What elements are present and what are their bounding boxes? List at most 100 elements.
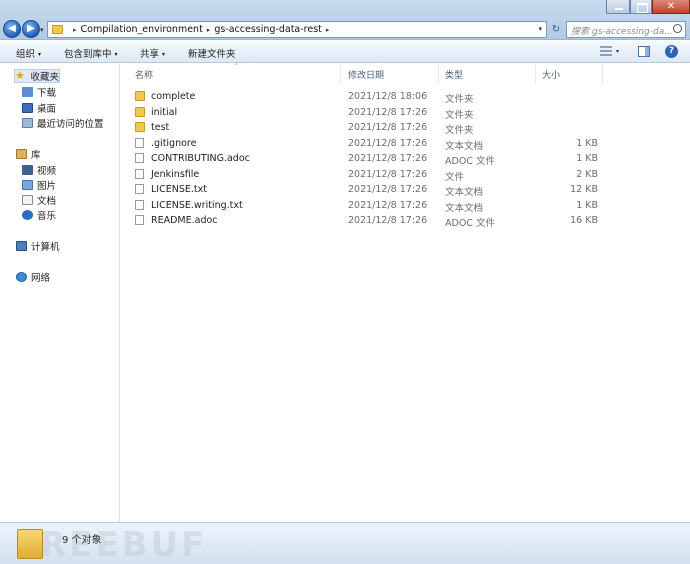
file-row[interactable]: LICENSE.writing.txt 2021/12/8 17:26 文本文档…: [121, 198, 690, 214]
file-size: 1 KB: [576, 153, 598, 164]
sidebar-item-label: 图片: [37, 181, 57, 192]
include-in-library-menu[interactable]: 包含到库中 ▾: [64, 46, 118, 60]
search-placeholder: 搜索 gs-accessing-da...: [571, 27, 673, 37]
documents-icon: [22, 195, 33, 205]
file-date: 2021/12/8 17:26: [348, 200, 428, 211]
breadcrumb-item[interactable]: gs-accessing-data-rest: [214, 24, 322, 35]
breadcrumb-separator[interactable]: ▸: [207, 26, 211, 34]
file-date: 2021/12/8 18:06: [348, 91, 428, 102]
file-size: 12 KB: [570, 184, 598, 195]
sidebar-item-music[interactable]: 音乐: [22, 208, 56, 222]
search-input[interactable]: 搜索 gs-accessing-da...: [566, 21, 686, 38]
close-button[interactable]: ✕: [652, 0, 690, 14]
sidebar-item-pictures[interactable]: 图片: [22, 178, 56, 192]
refresh-button[interactable]: ↻: [549, 22, 563, 37]
preview-pane-icon[interactable]: [638, 46, 650, 57]
sidebar-item-network[interactable]: 网络: [16, 270, 50, 284]
back-button[interactable]: ◀: [3, 20, 21, 38]
sidebar-item-desktop[interactable]: 桌面: [22, 101, 56, 115]
sidebar-item-label: 音乐: [37, 211, 57, 222]
file-name: complete: [151, 91, 196, 102]
sidebar-item-videos[interactable]: 视频: [22, 163, 56, 177]
folder-icon: [135, 107, 145, 117]
search-icon[interactable]: [673, 24, 682, 33]
recent-pages-dropdown[interactable]: ▾: [40, 26, 44, 34]
star-icon: ★: [15, 69, 25, 82]
column-header-date[interactable]: 修改日期: [348, 68, 384, 81]
sidebar-item-label: 最近访问的位置: [37, 119, 104, 130]
sidebar-item-computer[interactable]: 计算机: [16, 239, 60, 253]
file-date: 2021/12/8 17:26: [348, 169, 428, 180]
new-folder-button[interactable]: 新建文件夹: [188, 46, 236, 60]
recent-places-icon: [22, 118, 33, 128]
file-icon: [135, 184, 144, 194]
music-icon: [22, 210, 33, 220]
folder-icon: [135, 91, 145, 101]
file-icon: [135, 215, 144, 225]
status-bar: REEBUF 9 个对象: [0, 522, 690, 564]
file-name: CONTRIBUTING.adoc: [151, 153, 250, 164]
sidebar-item-label: 网络: [31, 273, 51, 284]
breadcrumb-item[interactable]: Compilation_environment: [81, 24, 203, 35]
view-options-dropdown[interactable]: ▾: [616, 48, 619, 55]
item-count: 9 个对象: [62, 535, 102, 546]
command-bar: 组织 ▾ 包含到库中 ▾ 共享 ▾ 新建文件夹 ▾ ?: [0, 41, 690, 63]
file-row[interactable]: test 2021/12/8 17:26 文件夹: [121, 120, 690, 136]
downloads-folder-icon: [22, 87, 33, 97]
address-bar[interactable]: ▸ Compilation_environment ▸ gs-accessing…: [47, 21, 547, 38]
file-row[interactable]: Jenkinsfile 2021/12/8 17:26 文件 2 KB: [121, 167, 690, 183]
file-row[interactable]: .gitignore 2021/12/8 17:26 文本文档 1 KB: [121, 136, 690, 152]
file-name: README.adoc: [151, 215, 218, 226]
file-row[interactable]: initial 2021/12/8 17:26 文件夹: [121, 105, 690, 121]
folder-icon: [17, 529, 43, 559]
minimize-button[interactable]: [606, 0, 630, 14]
sidebar-item-libraries[interactable]: 库: [16, 147, 41, 161]
share-menu[interactable]: 共享 ▾: [140, 46, 165, 60]
change-view-icon[interactable]: [600, 46, 612, 57]
sidebar-item-label: 文档: [37, 196, 57, 207]
computer-icon: [16, 241, 27, 251]
file-name: LICENSE.txt: [151, 184, 207, 195]
address-dropdown[interactable]: ▾: [538, 25, 542, 33]
file-icon: [135, 153, 144, 163]
file-row[interactable]: LICENSE.txt 2021/12/8 17:26 文本文档 12 KB: [121, 182, 690, 198]
column-divider[interactable]: [340, 64, 341, 84]
sidebar-item-label: 下载: [37, 88, 57, 99]
column-header-size[interactable]: 大小: [542, 68, 560, 81]
pictures-icon: [22, 180, 33, 190]
file-row[interactable]: README.adoc 2021/12/8 17:26 ADOC 文件 16 K…: [121, 213, 690, 229]
column-divider[interactable]: [535, 64, 536, 84]
sidebar-item-documents[interactable]: 文档: [22, 193, 56, 207]
navigation-pane: ★ 收藏夹 下载 桌面 最近访问的位置 库 视频 图片 文档 音乐 计算机 网络: [0, 64, 120, 522]
file-size: 1 KB: [576, 200, 598, 211]
column-header-type[interactable]: 类型: [445, 68, 463, 81]
column-divider[interactable]: [438, 64, 439, 84]
sidebar-item-recent-places[interactable]: 最近访问的位置: [22, 116, 104, 130]
file-icon: [135, 138, 144, 148]
file-name: test: [151, 122, 170, 133]
organize-menu[interactable]: 组织 ▾: [16, 46, 41, 60]
file-type: 文本文档: [445, 187, 484, 198]
libraries-icon: [16, 149, 27, 159]
file-date: 2021/12/8 17:26: [348, 122, 428, 133]
file-icon: [135, 169, 144, 179]
column-divider[interactable]: [602, 64, 603, 84]
file-date: 2021/12/8 17:26: [348, 153, 428, 164]
sidebar-item-favorites[interactable]: ★ 收藏夹: [14, 69, 60, 83]
network-icon: [16, 272, 27, 282]
breadcrumb-separator[interactable]: ▸: [326, 26, 330, 34]
help-icon[interactable]: ?: [665, 45, 678, 58]
file-size: 2 KB: [576, 169, 598, 180]
videos-icon: [22, 165, 33, 175]
sidebar-item-label: 视频: [37, 166, 57, 177]
sort-indicator-icon: ^: [234, 63, 240, 70]
maximize-button[interactable]: [630, 0, 652, 14]
file-row[interactable]: complete 2021/12/8 18:06 文件夹: [121, 89, 690, 105]
sidebar-item-downloads[interactable]: 下载: [22, 85, 56, 99]
file-row[interactable]: CONTRIBUTING.adoc 2021/12/8 17:26 ADOC 文…: [121, 151, 690, 167]
breadcrumb-separator[interactable]: ▸: [73, 26, 77, 34]
file-type: 文件夹: [445, 125, 474, 136]
forward-button[interactable]: ▶: [22, 20, 40, 38]
column-header-name[interactable]: 名称: [135, 68, 153, 81]
desktop-icon: [22, 103, 33, 113]
